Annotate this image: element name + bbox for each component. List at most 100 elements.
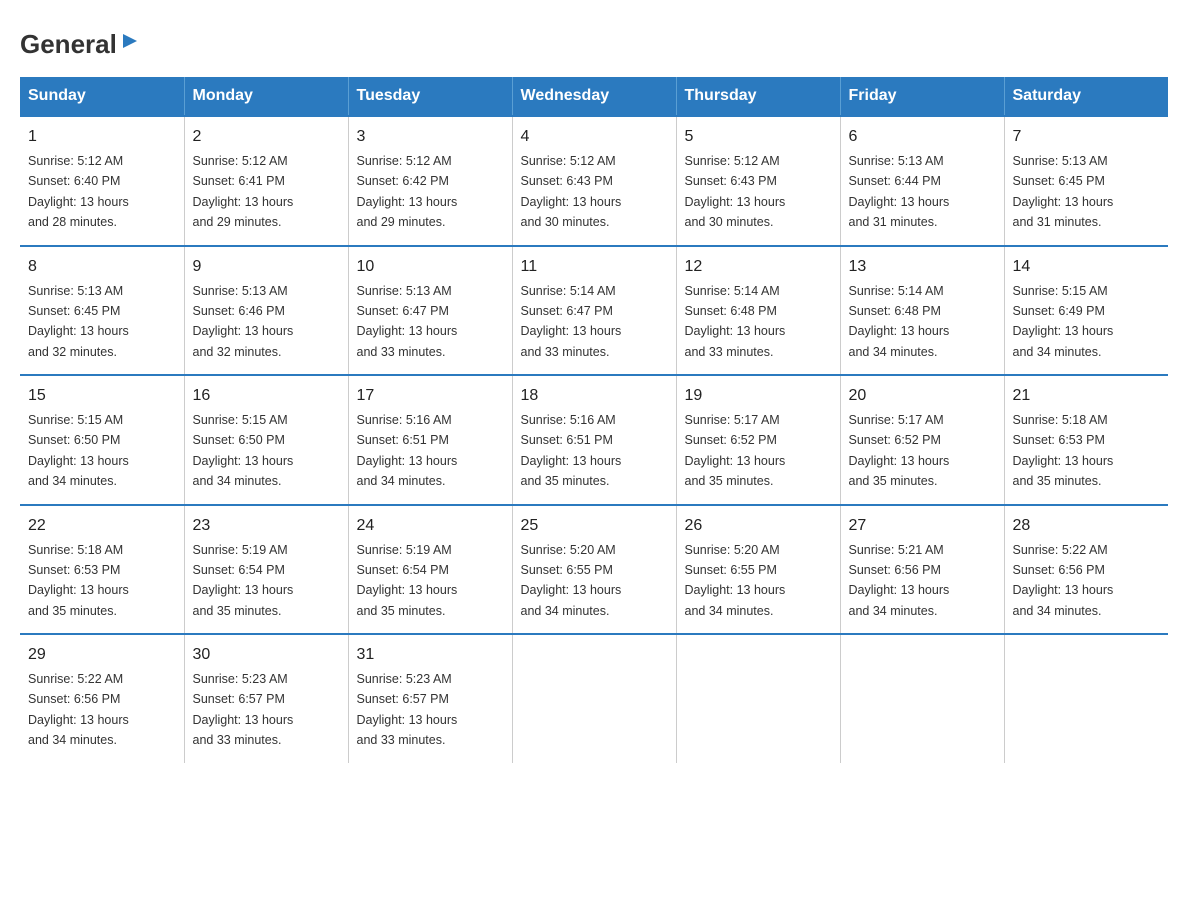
day-number: 30 [193,643,340,667]
day-number: 25 [521,514,668,538]
day-info: Sunrise: 5:17 AMSunset: 6:52 PMDaylight:… [849,413,950,488]
calendar-table: SundayMondayTuesdayWednesdayThursdayFrid… [20,77,1168,763]
day-number: 19 [685,384,832,408]
day-number: 27 [849,514,996,538]
day-info: Sunrise: 5:17 AMSunset: 6:52 PMDaylight:… [685,413,786,488]
day-info: Sunrise: 5:19 AMSunset: 6:54 PMDaylight:… [357,543,458,618]
calendar-cell: 11 Sunrise: 5:14 AMSunset: 6:47 PMDayligh… [512,246,676,376]
day-number: 21 [1013,384,1161,408]
calendar-cell: 22 Sunrise: 5:18 AMSunset: 6:53 PMDayligh… [20,505,184,635]
calendar-cell: 24 Sunrise: 5:19 AMSunset: 6:54 PMDayligh… [348,505,512,635]
calendar-cell: 12 Sunrise: 5:14 AMSunset: 6:48 PMDayligh… [676,246,840,376]
calendar-cell: 2 Sunrise: 5:12 AMSunset: 6:41 PMDaylight… [184,116,348,246]
day-info: Sunrise: 5:12 AMSunset: 6:43 PMDaylight:… [521,154,622,229]
page-header: General [20,20,1168,57]
calendar-cell: 16 Sunrise: 5:15 AMSunset: 6:50 PMDayligh… [184,375,348,505]
day-info: Sunrise: 5:22 AMSunset: 6:56 PMDaylight:… [28,672,129,747]
day-number: 12 [685,255,832,279]
day-info: Sunrise: 5:18 AMSunset: 6:53 PMDaylight:… [28,543,129,618]
day-number: 2 [193,125,340,149]
calendar-cell: 3Sunrise: 5:12 AMSunset: 6:42 PMDaylight… [348,116,512,246]
header-monday: Monday [184,77,348,116]
day-number: 29 [28,643,176,667]
header-sunday: Sunday [20,77,184,116]
calendar-cell: 13 Sunrise: 5:14 AMSunset: 6:48 PMDayligh… [840,246,1004,376]
calendar-cell: 7Sunrise: 5:13 AMSunset: 6:45 PMDaylight… [1004,116,1168,246]
calendar-week-row: 29 Sunrise: 5:22 AMSunset: 6:56 PMDayligh… [20,634,1168,763]
calendar-header-row: SundayMondayTuesdayWednesdayThursdayFrid… [20,77,1168,116]
calendar-cell: 15 Sunrise: 5:15 AMSunset: 6:50 PMDayligh… [20,375,184,505]
day-info: Sunrise: 5:12 AMSunset: 6:43 PMDaylight:… [685,154,786,229]
day-info: Sunrise: 5:13 AMSunset: 6:45 PMDaylight:… [1013,154,1114,229]
calendar-cell: 10 Sunrise: 5:13 AMSunset: 6:47 PMDayligh… [348,246,512,376]
day-info: Sunrise: 5:19 AMSunset: 6:54 PMDaylight:… [193,543,294,618]
day-number: 5 [685,125,832,149]
calendar-cell: 9 Sunrise: 5:13 AMSunset: 6:46 PMDaylight… [184,246,348,376]
day-number: 17 [357,384,504,408]
calendar-cell: 20 Sunrise: 5:17 AMSunset: 6:52 PMDayligh… [840,375,1004,505]
calendar-cell [676,634,840,763]
day-number: 10 [357,255,504,279]
day-number: 16 [193,384,340,408]
day-number: 23 [193,514,340,538]
calendar-cell [1004,634,1168,763]
calendar-cell: 26 Sunrise: 5:20 AMSunset: 6:55 PMDayligh… [676,505,840,635]
calendar-cell [512,634,676,763]
day-number: 14 [1013,255,1161,279]
day-info: Sunrise: 5:23 AMSunset: 6:57 PMDaylight:… [193,672,294,747]
day-number: 4 [521,125,668,149]
day-number: 8 [28,255,176,279]
calendar-cell: 25Sunrise: 5:20 AMSunset: 6:55 PMDayligh… [512,505,676,635]
day-info: Sunrise: 5:15 AMSunset: 6:50 PMDaylight:… [28,413,129,488]
header-tuesday: Tuesday [348,77,512,116]
calendar-cell: 5 Sunrise: 5:12 AMSunset: 6:43 PMDaylight… [676,116,840,246]
day-number: 11 [521,255,668,279]
day-number: 13 [849,255,996,279]
day-info: Sunrise: 5:16 AMSunset: 6:51 PMDaylight:… [357,413,458,488]
day-number: 6 [849,125,996,149]
day-info: Sunrise: 5:15 AMSunset: 6:50 PMDaylight:… [193,413,294,488]
logo: General [20,20,141,57]
day-number: 22 [28,514,176,538]
day-number: 9 [193,255,340,279]
day-number: 20 [849,384,996,408]
day-info: Sunrise: 5:14 AMSunset: 6:48 PMDaylight:… [685,284,786,359]
calendar-week-row: 1Sunrise: 5:12 AMSunset: 6:40 PMDaylight… [20,116,1168,246]
day-info: Sunrise: 5:13 AMSunset: 6:45 PMDaylight:… [28,284,129,359]
day-info: Sunrise: 5:21 AMSunset: 6:56 PMDaylight:… [849,543,950,618]
day-info: Sunrise: 5:13 AMSunset: 6:47 PMDaylight:… [357,284,458,359]
logo-general-text: General [20,31,117,57]
calendar-cell [840,634,1004,763]
calendar-cell: 23 Sunrise: 5:19 AMSunset: 6:54 PMDayligh… [184,505,348,635]
day-number: 26 [685,514,832,538]
calendar-cell: 14 Sunrise: 5:15 AMSunset: 6:49 PMDayligh… [1004,246,1168,376]
calendar-cell: 8 Sunrise: 5:13 AMSunset: 6:45 PMDaylight… [20,246,184,376]
header-saturday: Saturday [1004,77,1168,116]
day-info: Sunrise: 5:16 AMSunset: 6:51 PMDaylight:… [521,413,622,488]
day-number: 18 [521,384,668,408]
day-info: Sunrise: 5:14 AMSunset: 6:48 PMDaylight:… [849,284,950,359]
day-info: Sunrise: 5:20 AMSunset: 6:55 PMDaylight:… [685,543,786,618]
day-info: Sunrise: 5:13 AMSunset: 6:46 PMDaylight:… [193,284,294,359]
calendar-cell: 27 Sunrise: 5:21 AMSunset: 6:56 PMDayligh… [840,505,1004,635]
calendar-cell: 17 Sunrise: 5:16 AMSunset: 6:51 PMDayligh… [348,375,512,505]
day-info: Sunrise: 5:12 AMSunset: 6:41 PMDaylight:… [193,154,294,229]
day-number: 15 [28,384,176,408]
header-thursday: Thursday [676,77,840,116]
header-wednesday: Wednesday [512,77,676,116]
calendar-cell: 21Sunrise: 5:18 AMSunset: 6:53 PMDayligh… [1004,375,1168,505]
logo-triangle-icon [119,30,141,52]
calendar-week-row: 15 Sunrise: 5:15 AMSunset: 6:50 PMDayligh… [20,375,1168,505]
calendar-cell: 28Sunrise: 5:22 AMSunset: 6:56 PMDayligh… [1004,505,1168,635]
calendar-cell: 31Sunrise: 5:23 AMSunset: 6:57 PMDayligh… [348,634,512,763]
day-info: Sunrise: 5:14 AMSunset: 6:47 PMDaylight:… [521,284,622,359]
calendar-cell: 30 Sunrise: 5:23 AMSunset: 6:57 PMDayligh… [184,634,348,763]
day-number: 24 [357,514,504,538]
day-info: Sunrise: 5:15 AMSunset: 6:49 PMDaylight:… [1013,284,1114,359]
header-friday: Friday [840,77,1004,116]
day-info: Sunrise: 5:12 AMSunset: 6:42 PMDaylight:… [357,154,458,229]
calendar-cell: 19 Sunrise: 5:17 AMSunset: 6:52 PMDayligh… [676,375,840,505]
calendar-cell: 29 Sunrise: 5:22 AMSunset: 6:56 PMDayligh… [20,634,184,763]
day-info: Sunrise: 5:13 AMSunset: 6:44 PMDaylight:… [849,154,950,229]
calendar-week-row: 22 Sunrise: 5:18 AMSunset: 6:53 PMDayligh… [20,505,1168,635]
